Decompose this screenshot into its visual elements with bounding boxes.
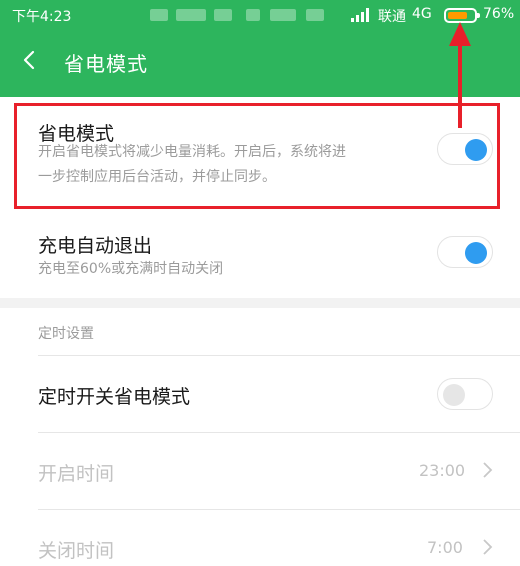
section-divider bbox=[0, 298, 520, 308]
start-time-label: 开启时间 bbox=[38, 463, 115, 485]
chevron-right-icon bbox=[483, 462, 493, 478]
end-time-row[interactable]: 关闭时间 7:00 bbox=[0, 510, 520, 566]
annotation-highlight-box bbox=[14, 103, 500, 209]
auto-exit-toggle[interactable] bbox=[437, 236, 493, 268]
battery-level-fill bbox=[448, 12, 467, 19]
schedule-toggle-title: 定时开关省电模式 bbox=[38, 386, 191, 408]
section-header-schedule: 定时设置 bbox=[38, 326, 94, 342]
end-time-value: 7:00 bbox=[427, 538, 463, 557]
blurred-notification-icons bbox=[150, 9, 325, 21]
signal-strength-icon bbox=[351, 8, 373, 22]
end-time-label: 关闭时间 bbox=[38, 540, 115, 562]
carrier-label: 联通 bbox=[378, 9, 406, 25]
annotation-arrow-icon bbox=[449, 22, 471, 128]
schedule-toggle-row[interactable]: 定时开关省电模式 bbox=[0, 356, 520, 432]
start-time-value: 23:00 bbox=[419, 461, 466, 480]
status-time: 下午4:23 bbox=[12, 9, 72, 25]
network-type-label: 4G bbox=[412, 6, 432, 22]
toggle-knob bbox=[443, 384, 465, 406]
battery-percent: 76% bbox=[483, 6, 515, 22]
auto-exit-row[interactable]: 充电自动退出 充电至60%或充满时自动关闭 bbox=[0, 215, 520, 295]
back-chevron-icon[interactable] bbox=[18, 48, 42, 72]
schedule-toggle[interactable] bbox=[437, 378, 493, 410]
page-title: 省电模式 bbox=[64, 52, 148, 76]
auto-exit-description: 充电至60%或充满时自动关闭 bbox=[38, 261, 224, 277]
auto-exit-title: 充电自动退出 bbox=[38, 235, 153, 257]
chevron-right-icon bbox=[483, 539, 493, 555]
toggle-knob bbox=[465, 242, 487, 264]
start-time-row[interactable]: 开启时间 23:00 bbox=[0, 433, 520, 509]
